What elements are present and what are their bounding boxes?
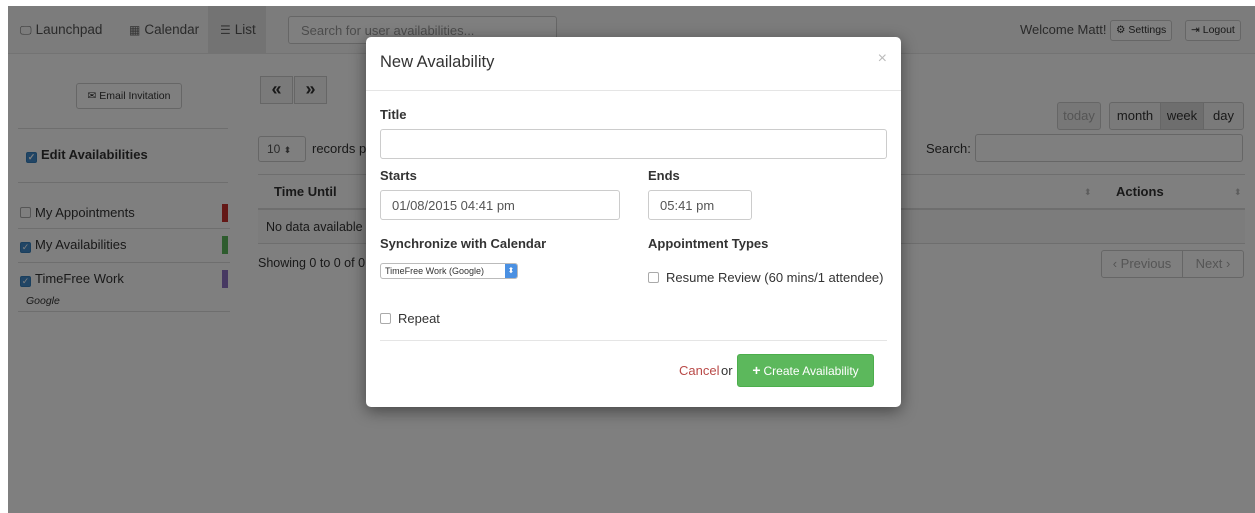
sync-calendar-select[interactable]: TimeFree Work (Google) ⬍ [380, 263, 518, 279]
create-availability-label: Create Availability [763, 364, 859, 378]
repeat-option[interactable]: Repeat [380, 311, 440, 327]
appointment-type-checkbox[interactable] [648, 272, 659, 283]
title-label: Title [380, 107, 407, 122]
app-window: 🖵Launchpad ▦Calendar ☰List Welcome Matt!… [8, 6, 1255, 513]
appointment-types-label: Appointment Types [648, 236, 769, 251]
title-input[interactable] [380, 129, 887, 159]
ends-time-input[interactable] [648, 190, 752, 220]
plus-icon: + [752, 362, 761, 378]
modal-title: New Availability [380, 53, 495, 71]
select-caret-icon: ⬍ [505, 264, 517, 278]
repeat-checkbox[interactable] [380, 313, 391, 324]
modal-footer-divider [380, 340, 887, 341]
new-availability-modal: New Availability × Title Starts Ends Syn… [366, 37, 901, 407]
sync-calendar-label: Synchronize with Calendar [380, 236, 547, 251]
repeat-label: Repeat [398, 311, 440, 326]
starts-datetime-input[interactable] [380, 190, 620, 220]
sync-calendar-value: TimeFree Work (Google) [385, 266, 485, 276]
or-text: or [721, 363, 733, 378]
close-icon[interactable]: × [878, 51, 887, 67]
ends-label: Ends [648, 168, 680, 183]
cancel-link[interactable]: Cancel [679, 363, 719, 379]
create-availability-button[interactable]: + Create Availability [737, 354, 874, 387]
appointment-type-option[interactable]: Resume Review (60 mins/1 attendee) [648, 270, 884, 286]
modal-header: New Availability × [366, 37, 901, 91]
starts-label: Starts [380, 168, 417, 183]
appointment-type-label: Resume Review (60 mins/1 attendee) [666, 270, 884, 285]
